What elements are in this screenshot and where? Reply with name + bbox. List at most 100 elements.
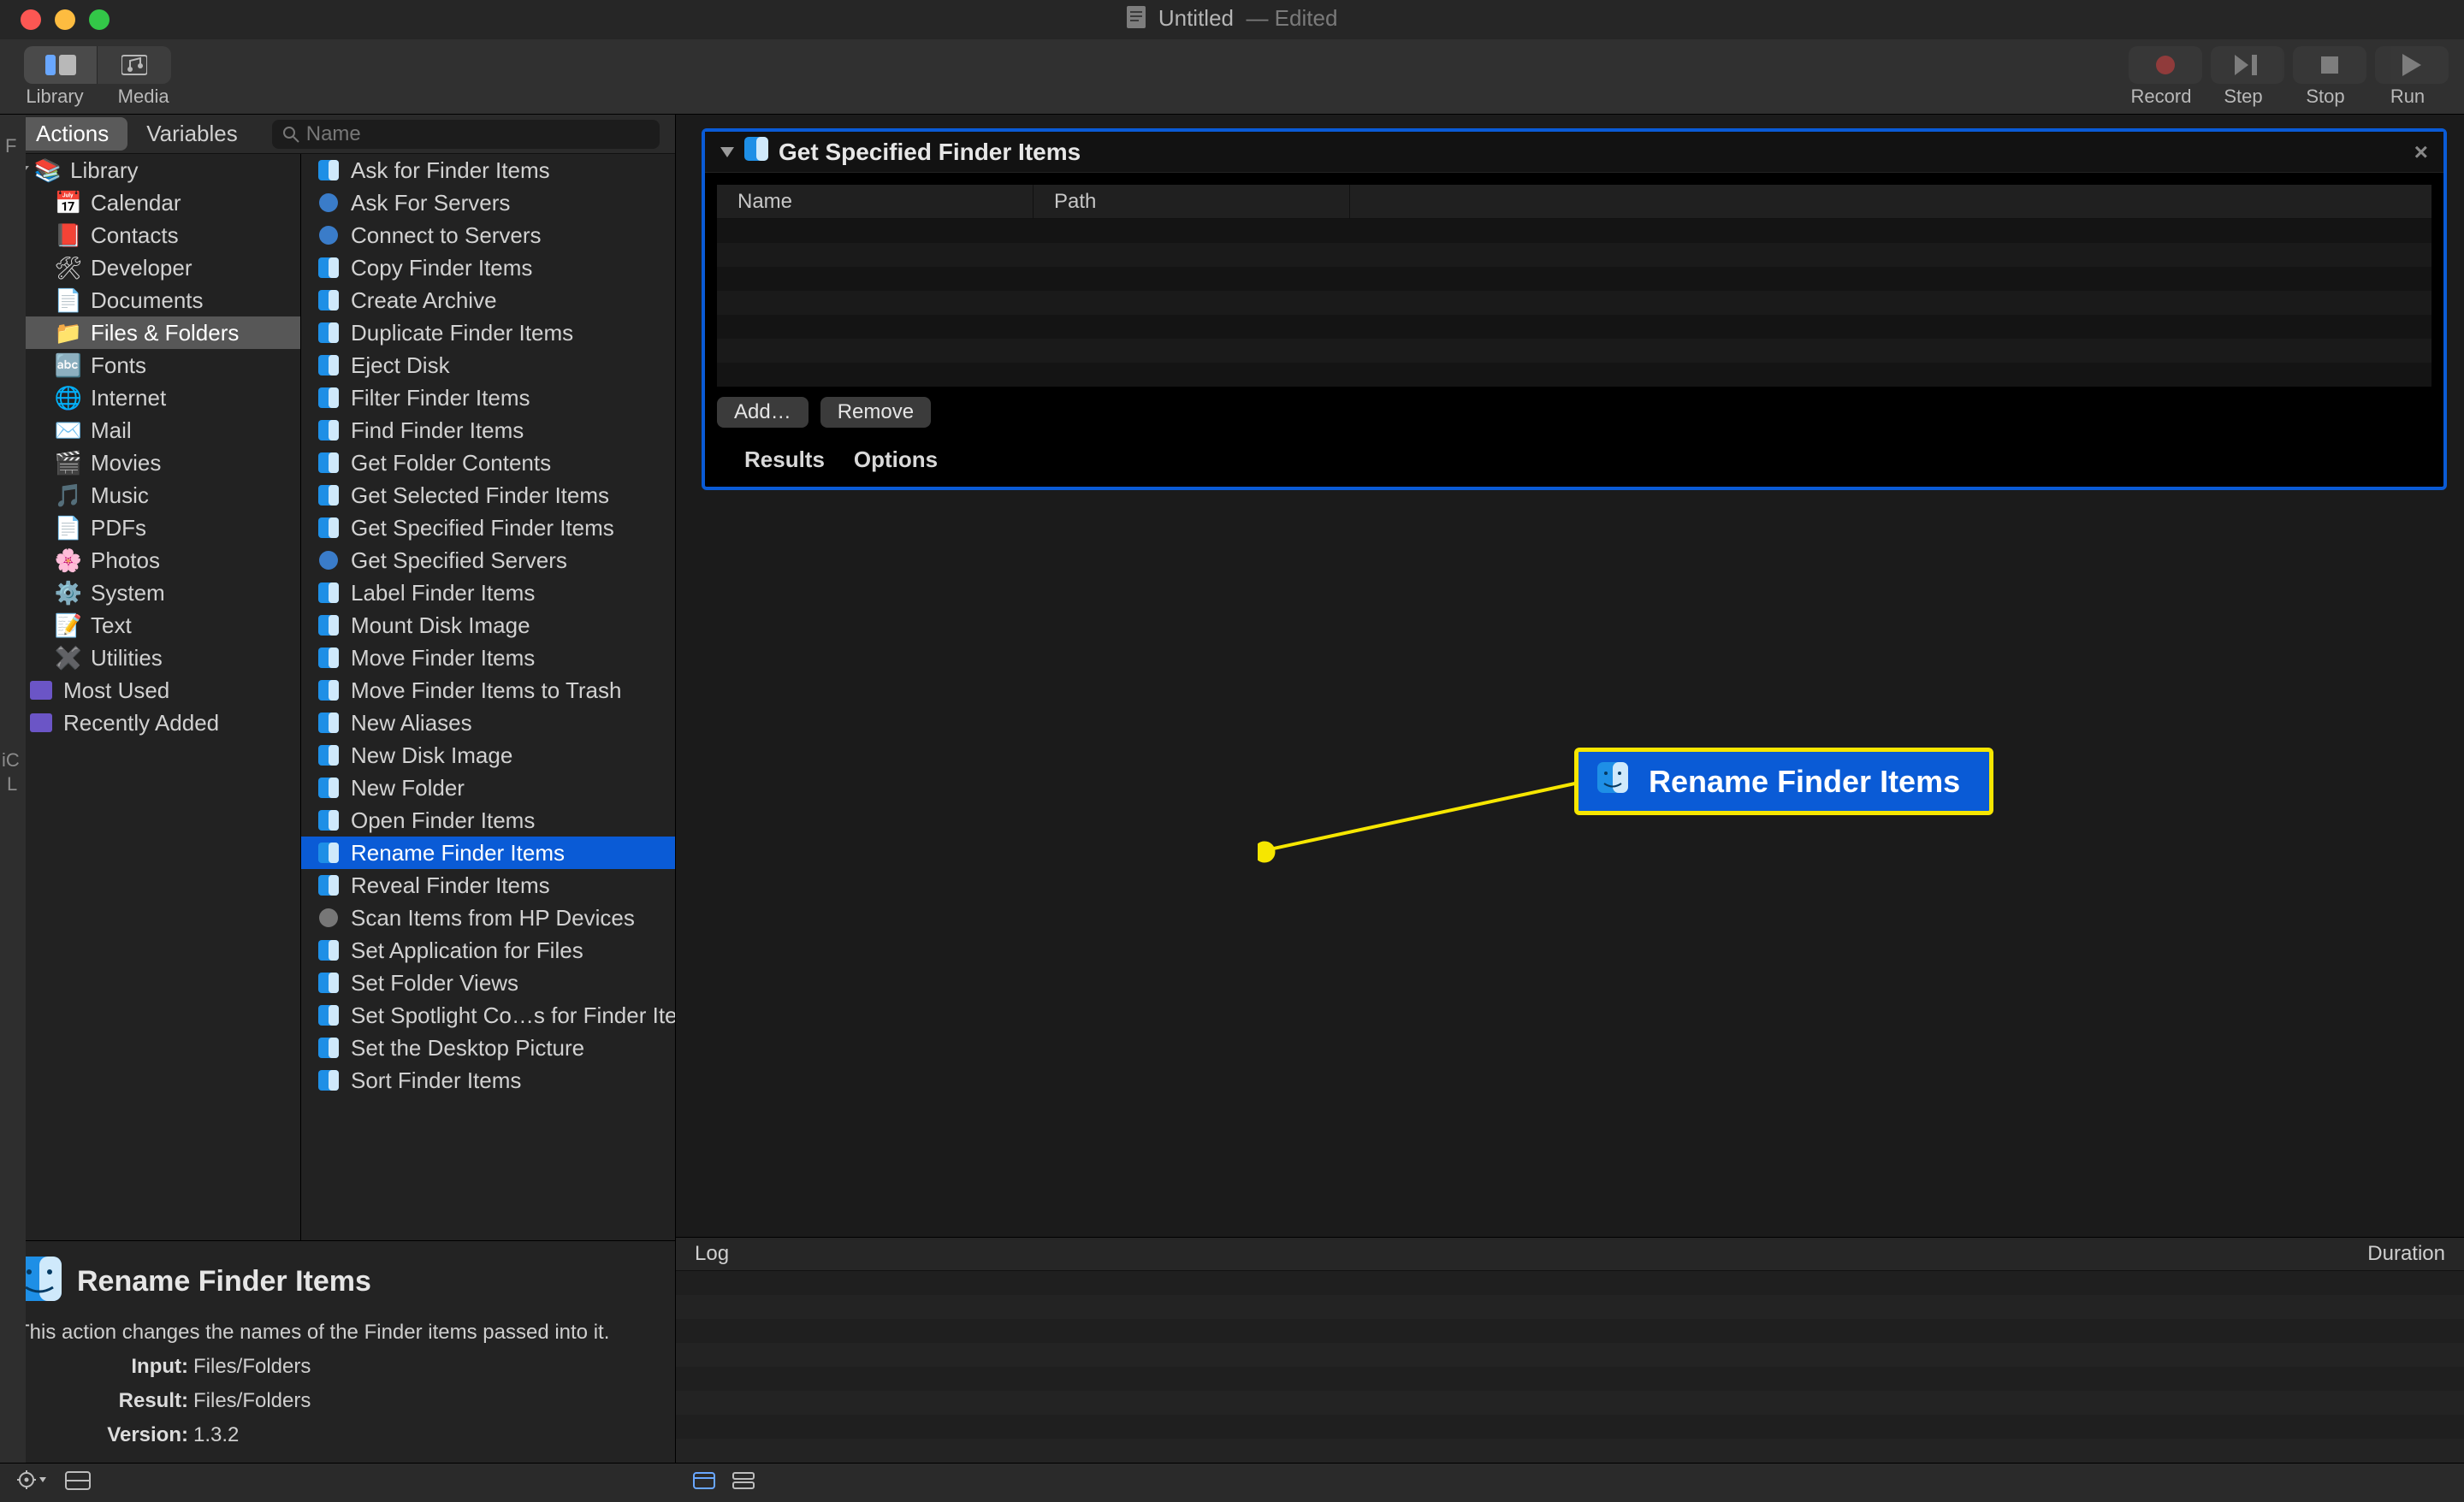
action-item-label: Mount Disk Image [351, 612, 530, 639]
action-icon [317, 1036, 341, 1060]
path-column-header[interactable]: Path [1034, 185, 1350, 218]
category-icon: 📄 [56, 288, 80, 312]
action-item[interactable]: Get Specified Servers [301, 544, 675, 577]
category-item[interactable]: 📅Calendar [0, 186, 300, 219]
action-item[interactable]: Ask for Finder Items [301, 154, 675, 186]
action-item[interactable]: Connect to Servers [301, 219, 675, 251]
category-item[interactable]: 🌐Internet [0, 381, 300, 414]
action-item[interactable]: New Aliases [301, 707, 675, 739]
action-list[interactable]: Ask for Finder ItemsAsk For ServersConne… [301, 154, 675, 1240]
action-item[interactable]: Set Spotlight Co…s for Finder Items [301, 999, 675, 1032]
action-item[interactable]: New Disk Image [301, 739, 675, 772]
action-table-body[interactable] [717, 219, 2431, 387]
action-item[interactable]: Rename Finder Items [301, 837, 675, 869]
workflow-canvas[interactable]: Get Specified Finder Items × Name Path A… [676, 115, 2464, 1237]
stop-button[interactable] [2293, 46, 2366, 84]
log-body[interactable] [676, 1271, 2464, 1463]
action-item[interactable]: Move Finder Items [301, 642, 675, 674]
document-edited-indicator: — Edited [1240, 5, 1337, 31]
category-item[interactable]: 🎬Movies [0, 446, 300, 479]
alt-log-view-button[interactable] [732, 1469, 755, 1495]
info-input-value: Files/Folders [193, 1355, 311, 1378]
action-item[interactable]: Eject Disk [301, 349, 675, 381]
category-item[interactable]: ✉️Mail [0, 414, 300, 446]
action-item[interactable]: Reveal Finder Items [301, 869, 675, 902]
action-icon [317, 841, 341, 865]
close-action-button[interactable]: × [2414, 139, 2428, 166]
gear-menu-button[interactable] [17, 1469, 46, 1496]
drag-item-rename-finder-items[interactable]: Rename Finder Items [1574, 748, 1993, 815]
media-view-button[interactable] [98, 46, 171, 84]
action-item[interactable]: Get Selected Finder Items [301, 479, 675, 512]
log-view-button[interactable] [693, 1469, 715, 1495]
action-item[interactable]: Find Finder Items [301, 414, 675, 446]
actions-tab[interactable]: Actions [17, 117, 127, 151]
variables-toggle-button[interactable] [65, 1469, 91, 1496]
action-item-label: New Aliases [351, 710, 472, 736]
action-icon [317, 223, 341, 247]
library-root[interactable]: 📚Library [0, 154, 300, 186]
remove-button[interactable]: Remove [820, 397, 931, 428]
action-icon [317, 158, 341, 182]
step-button[interactable] [2211, 46, 2284, 84]
category-icon: 📅 [56, 191, 80, 215]
smart-folder-item[interactable]: Most Used [0, 674, 300, 707]
document-icon [1127, 6, 1146, 34]
action-item-label: Find Finder Items [351, 417, 524, 444]
action-item[interactable]: Mount Disk Image [301, 609, 675, 642]
action-item[interactable]: Set the Desktop Picture [301, 1032, 675, 1064]
action-item[interactable]: Create Archive [301, 284, 675, 316]
action-item[interactable]: Copy Finder Items [301, 251, 675, 284]
category-item[interactable]: 📝Text [0, 609, 300, 642]
gear-icon [17, 1469, 46, 1490]
action-item[interactable]: Move Finder Items to Trash [301, 674, 675, 707]
add-button[interactable]: Add… [717, 397, 808, 428]
action-info-panel: Rename Finder Items This action changes … [0, 1240, 675, 1463]
category-item[interactable]: ✖️Utilities [0, 642, 300, 674]
category-item[interactable]: 🎵Music [0, 479, 300, 512]
name-column-header[interactable]: Name [717, 185, 1034, 218]
action-item[interactable]: Filter Finder Items [301, 381, 675, 414]
record-label: Record [2131, 86, 2192, 108]
action-item[interactable]: Ask For Servers [301, 186, 675, 219]
results-tab[interactable]: Results [744, 446, 825, 473]
action-item[interactable]: Duplicate Finder Items [301, 316, 675, 349]
action-icon [317, 321, 341, 345]
record-button[interactable] [2129, 46, 2202, 84]
category-item[interactable]: 🔤Fonts [0, 349, 300, 381]
disclosure-triangle-icon[interactable] [720, 147, 734, 157]
workflow-action-get-specified-finder-items[interactable]: Get Specified Finder Items × Name Path A… [702, 128, 2447, 490]
action-item[interactable]: Open Finder Items [301, 804, 675, 837]
smart-folder-icon [29, 678, 53, 702]
category-item[interactable]: 📄PDFs [0, 512, 300, 544]
category-item[interactable]: 📕Contacts [0, 219, 300, 251]
action-item[interactable]: New Folder [301, 772, 675, 804]
action-icon [317, 256, 341, 280]
action-icon [317, 516, 341, 540]
category-item[interactable]: 🛠Developer [0, 251, 300, 284]
window-titlebar: Untitled — Edited [0, 0, 2464, 39]
category-icon: 📄 [56, 516, 80, 540]
category-list[interactable]: 📚Library📅Calendar📕Contacts🛠Developer📄Doc… [0, 154, 301, 1240]
run-button[interactable] [2375, 46, 2449, 84]
smart-folder-item[interactable]: Recently Added [0, 707, 300, 739]
variables-tab[interactable]: Variables [127, 117, 256, 151]
category-item[interactable]: 🌸Photos [0, 544, 300, 577]
action-item[interactable]: Label Finder Items [301, 577, 675, 609]
action-icon [317, 1003, 341, 1027]
action-item[interactable]: Get Specified Finder Items [301, 512, 675, 544]
category-item[interactable]: 📄Documents [0, 284, 300, 316]
category-item[interactable]: 📁Files & Folders [0, 316, 300, 349]
action-item[interactable]: Set Application for Files [301, 934, 675, 967]
category-icon: 🌸 [56, 548, 80, 572]
library-view-button[interactable] [24, 46, 98, 84]
action-item-label: Open Finder Items [351, 807, 535, 834]
category-item[interactable]: ⚙️System [0, 577, 300, 609]
action-item[interactable]: Set Folder Views [301, 967, 675, 999]
search-input[interactable]: Name [272, 120, 660, 149]
action-icon [317, 711, 341, 735]
action-item[interactable]: Scan Items from HP Devices [301, 902, 675, 934]
action-item[interactable]: Get Folder Contents [301, 446, 675, 479]
action-item[interactable]: Sort Finder Items [301, 1064, 675, 1097]
options-tab[interactable]: Options [854, 446, 938, 473]
